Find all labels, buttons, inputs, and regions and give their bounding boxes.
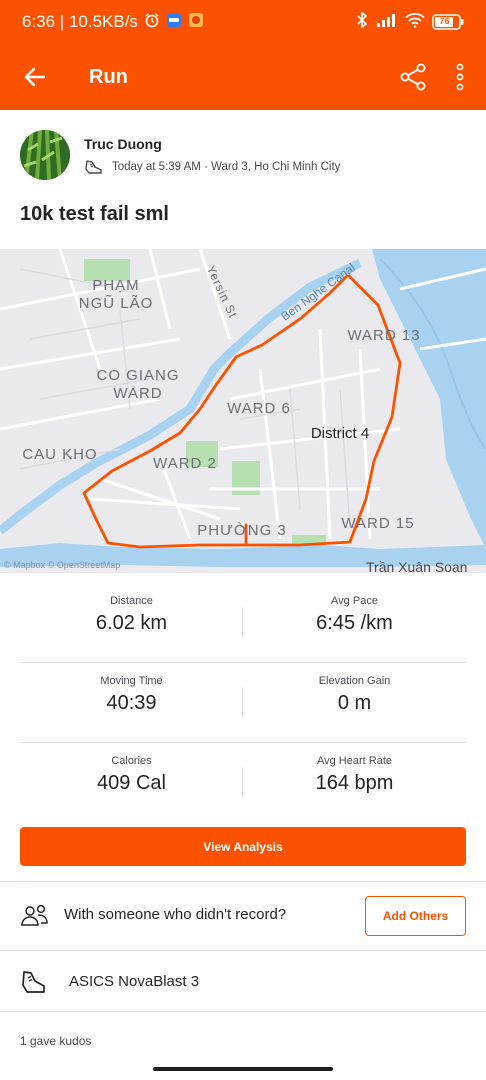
alarm-icon: [144, 12, 160, 33]
running-shoe-icon: [20, 967, 50, 1002]
home-indicator[interactable]: [153, 1067, 333, 1071]
page-title: Run: [89, 65, 128, 88]
stats-grid: Distance 6.02 km Avg Pace 6:45 /km Movin…: [20, 583, 466, 823]
zalo-icon: [166, 12, 182, 33]
stat-label: Moving Time: [100, 675, 163, 687]
avatar[interactable]: [20, 130, 70, 180]
back-button[interactable]: [0, 44, 70, 110]
map-label-cau-kho: CAU KHO: [22, 446, 98, 463]
stat-value: 6.02 km: [95, 612, 168, 634]
stat-value: 6:45 /km: [316, 612, 393, 634]
stat-moving-time: Moving Time 40:39: [20, 663, 243, 743]
stat-label: Avg Heart Rate: [316, 755, 392, 767]
stat-distance: Distance 6.02 km: [20, 583, 243, 663]
map-label-ward-15: WARD 15: [341, 515, 415, 532]
stat-value: 409 Cal: [97, 772, 166, 794]
activity-meta-text: Today at 5:39 AM · Ward 3, Ho Chi Minh C…: [112, 161, 341, 173]
stat-label: Elevation Gain: [318, 675, 391, 687]
group-icon: [20, 904, 50, 933]
stat-avg-pace: Avg Pace 6:45 /km: [243, 583, 466, 663]
map-label-phuong-3: PHƯỜNG 3: [197, 522, 287, 539]
share-button[interactable]: [398, 62, 428, 92]
wifi-icon: [405, 12, 425, 33]
map-label-ward-13: WARD 13: [347, 327, 421, 344]
add-others-button[interactable]: Add Others: [365, 896, 466, 936]
with-someone-row: With someone who didn't record? Add Othe…: [0, 882, 486, 950]
stat-value: 164 bpm: [315, 772, 394, 794]
with-someone-text: With someone who didn't record?: [64, 906, 287, 923]
view-analysis-button[interactable]: View Analysis: [20, 827, 466, 866]
activity-title: 10k test fail sml: [20, 203, 169, 225]
more-vertical-icon: [456, 63, 464, 91]
map-label-district-4: District 4: [310, 425, 370, 442]
athlete-name[interactable]: Truc Duong: [84, 136, 162, 152]
activity-meta: Today at 5:39 AM · Ward 3, Ho Chi Minh C…: [84, 158, 340, 176]
stats-row: Calories 409 Cal Avg Heart Rate 164 bpm: [20, 743, 466, 823]
stat-value: 40:39: [106, 692, 157, 714]
stat-value: 0 m: [337, 692, 372, 714]
signal-icon: [376, 12, 398, 33]
map-attribution: © Mapbox © OpenStreetMap: [4, 560, 121, 570]
app-icon: [188, 12, 204, 33]
stat-avg-heart-rate: Avg Heart Rate 164 bpm: [243, 743, 466, 823]
stat-calories: Calories 409 Cal: [20, 743, 243, 823]
kudos-count[interactable]: 1 gave kudos: [20, 1034, 91, 1048]
battery-level: 76: [439, 16, 450, 26]
stats-row: Distance 6.02 km Avg Pace 6:45 /km: [20, 583, 466, 663]
back-arrow-icon: [24, 67, 46, 87]
map-label-pham-ngu-lao: PHẠM NGŨ LÃO: [78, 277, 154, 312]
gear-row[interactable]: ASICS NovaBlast 3: [0, 951, 486, 1011]
route-map[interactable]: PHẠM NGŨ LÃO Yersin St Ben Nghe Canal WA…: [0, 249, 486, 573]
map-label-co-giang: CO GIANG WARD: [96, 367, 180, 402]
stats-row: Moving Time 40:39 Elevation Gain 0 m: [20, 663, 466, 743]
map-label-ward-2: WARD 2: [153, 455, 217, 472]
status-bar: 6:36 | 10.5KB/s 76: [0, 0, 486, 44]
stat-label: Avg Pace: [331, 595, 378, 607]
gear-name: ASICS NovaBlast 3: [69, 973, 200, 990]
battery-icon: 76: [432, 14, 464, 30]
map-label-ward-6: WARD 6: [227, 400, 291, 417]
athlete-header: Truc Duong Today at 5:39 AM · Ward 3, Ho…: [20, 130, 466, 182]
share-icon: [400, 63, 426, 91]
stat-elevation-gain: Elevation Gain 0 m: [243, 663, 466, 743]
map-label-tran-xuan-soan: Trần Xuân Soạn: [366, 559, 468, 573]
stat-label: Distance: [110, 595, 153, 607]
running-shoe-icon: [85, 160, 102, 174]
divider: [0, 1011, 486, 1012]
stat-label: Calories: [111, 755, 152, 767]
status-time: 6:36 | 10.5KB/s: [22, 12, 138, 31]
more-options-button[interactable]: [448, 62, 472, 92]
bluetooth-icon: [355, 10, 369, 34]
app-bar: Run: [0, 44, 486, 110]
